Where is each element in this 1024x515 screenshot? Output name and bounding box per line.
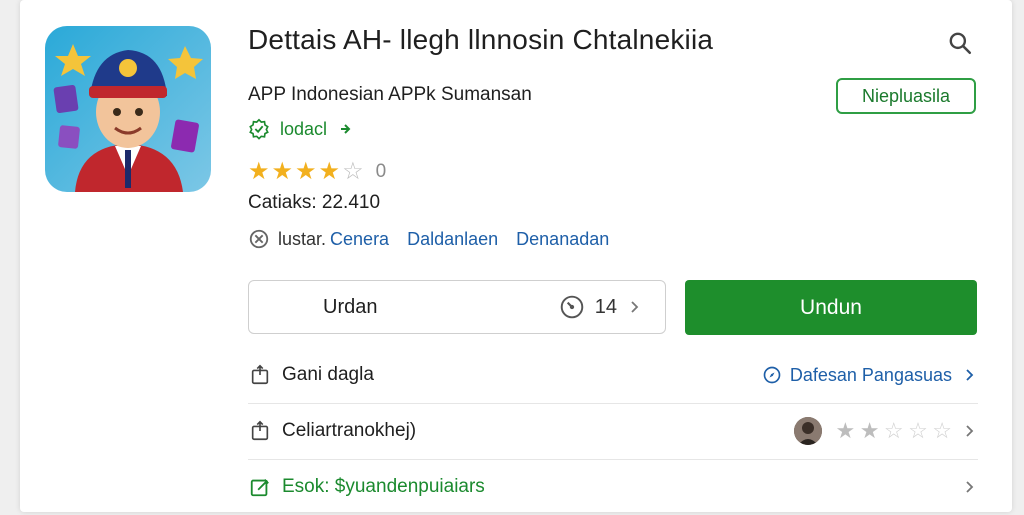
rating-star: ☆ [342, 158, 364, 185]
app-title: Dettais AH- llegh llnnosin Chtalnekiia [248, 24, 714, 55]
compass-icon [763, 366, 781, 384]
review-star: ☆ [883, 418, 904, 443]
row-label: Esok: $yuandenpuiaiars [282, 476, 485, 497]
row-label: Celiartranokhej) [282, 420, 417, 441]
review-star: ★ [859, 418, 880, 443]
tag-item[interactable]: Daldanlaen [407, 229, 498, 250]
search-button[interactable] [943, 26, 977, 60]
downloads-count: Catiaks: 22.410 [248, 192, 381, 213]
version-selector[interactable]: Urdan 14 [248, 280, 666, 334]
chevron-right-icon [960, 366, 978, 384]
share-icon [248, 363, 272, 387]
chevron-right-icon [960, 422, 978, 440]
rating: ★ ★ ★ ★ ☆ 0 [248, 160, 386, 184]
app-icon [45, 26, 211, 192]
developer-name[interactable]: APP Indonesian APPk Sumansan [248, 84, 532, 106]
tag-item[interactable]: Cenera [330, 229, 389, 250]
tag-item[interactable]: Denanadan [516, 229, 609, 250]
row-label: Gani dagla [282, 364, 374, 385]
tag-icon [249, 229, 269, 249]
review-star: ☆ [932, 418, 952, 443]
follow-button[interactable]: Niepluasila [836, 78, 976, 114]
rating-star: ★ [318, 158, 341, 185]
share-icon [248, 419, 272, 443]
review-stars: ★ ★ ☆ ☆ ☆ [836, 418, 952, 444]
review-star: ☆ [908, 418, 928, 443]
install-button[interactable]: Undun [685, 280, 977, 335]
chevron-right-icon [960, 478, 978, 496]
verified-badge-icon [249, 118, 269, 140]
arrow-right-icon [341, 124, 351, 134]
search-icon [949, 32, 972, 55]
rating-star: ★ [248, 158, 270, 185]
verified-badge[interactable]: lodacl [248, 118, 353, 140]
row-link[interactable]: Dafesan Pangasuas [790, 365, 952, 386]
badge-label: lodacl [280, 118, 328, 139]
avatar [793, 417, 822, 445]
version-label: Urdan [323, 295, 378, 318]
review-star: ★ [835, 418, 856, 443]
list-row-reviews[interactable]: Celiartranokhej) ★ ★ ☆ ☆ ☆ [248, 403, 978, 460]
rating-star: ★ [295, 158, 317, 185]
rating-count: 0 [375, 161, 387, 182]
list-row-gani-dagla[interactable]: Gani dagla Dafesan Pangasuas [248, 347, 978, 404]
list-row-esok[interactable]: Esok: $yuandenpuiaiars [248, 459, 978, 515]
edit-icon [248, 475, 272, 499]
tag-label: lustar. [278, 228, 327, 249]
tag-list: lustar. Cenera Daldanlaen Denanadan [248, 228, 609, 250]
rating-star: ★ [271, 158, 294, 185]
chevron-right-icon [631, 301, 639, 313]
version-value: 14 [594, 295, 617, 318]
speedometer-icon [560, 295, 584, 319]
